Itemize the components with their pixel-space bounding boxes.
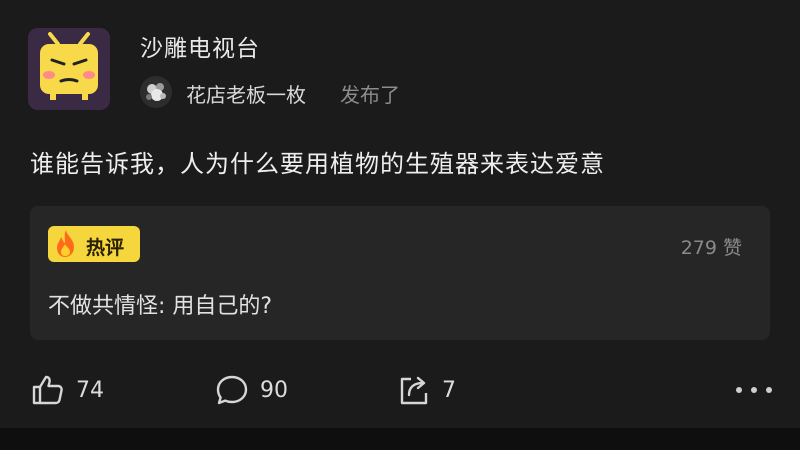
like-button[interactable]: 74 [30, 370, 104, 410]
comment-count: 90 [260, 377, 288, 403]
tv-mascot-icon [28, 28, 110, 110]
post-text[interactable]: 谁能告诉我，人为什么要用植物的生殖器来表达爱意 [30, 144, 605, 179]
hot-comment-text: 不做共情怪: 用自己的? [48, 294, 273, 319]
like-count: 74 [76, 377, 104, 403]
channel-avatar[interactable] [28, 28, 110, 110]
post-card: 沙雕电视台 花店老板一枚 发布了 谁能告诉我，人为什么要用植物的生殖器来表达爱意… [0, 0, 800, 428]
thumbs-up-icon [32, 375, 63, 405]
hot-comment-likes-unit: 赞 [722, 237, 742, 259]
card-separator [0, 428, 800, 450]
post-action-label: 发布了 [340, 83, 400, 107]
share-icon [400, 376, 428, 405]
share-count: 7 [442, 377, 456, 403]
comment-button[interactable]: 90 [214, 370, 288, 410]
author-name[interactable]: 花店老板一枚 [186, 79, 306, 108]
flame-icon [57, 230, 74, 257]
hot-comment-likes-count: 279 [680, 237, 717, 259]
author-avatar-image [140, 76, 172, 108]
hot-comment-panel[interactable]: 热评 279 赞 不做共情怪: 用自己的? [30, 206, 770, 340]
share-button[interactable]: 7 [396, 370, 456, 410]
hot-comment-badge: 热评 [48, 226, 140, 262]
more-dots-icon[interactable] [734, 384, 774, 396]
author-avatar[interactable] [140, 76, 172, 108]
channel-name[interactable]: 沙雕电视台 [140, 29, 260, 63]
hot-comment-badge-label: 热评 [86, 237, 125, 259]
hot-comment-likes[interactable]: 279 赞 [681, 233, 742, 260]
comment-bubble-icon [216, 375, 248, 405]
